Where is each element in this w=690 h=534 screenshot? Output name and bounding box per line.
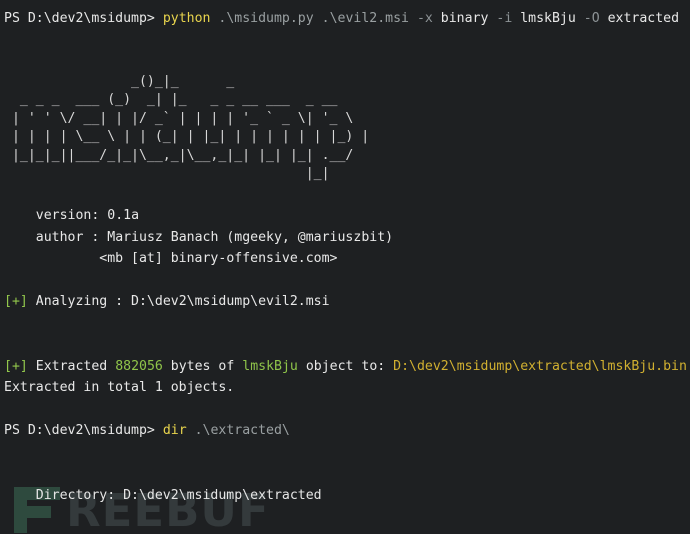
flag-i-value: lmskBju [520, 11, 576, 26]
analyzing-text: Analyzing : D:\dev2\msidump\evil2.msi [35, 294, 330, 309]
extracted-word: Extracted [35, 358, 108, 374]
flag-o: -O [583, 11, 600, 26]
banner-art-line-3: | ' ' \/ __| | |/ _` | | | | '_ ` _ \| '… [4, 110, 354, 126]
dir-argument: .\extracted\ [194, 423, 290, 438]
log-analyzing-line: [+] Analyzing : D:\dev2\msidump\evil2.ms… [0, 291, 690, 313]
flag-o-value: extracted [607, 11, 680, 26]
version-label: version: [35, 208, 100, 223]
extracted-object-to: object to: [305, 358, 386, 374]
banner-email-line: <mb [at] binary-offensive.com> [0, 248, 690, 270]
author-email: <mb [at] binary-offensive.com> [99, 251, 338, 266]
log-extracted-line: [+] Extracted 882056 bytes of lmskBju ob… [0, 356, 690, 378]
extracted-object-name: lmskBju [242, 358, 298, 374]
extracted-output-path: D:\dev2\msidump\extracted\lmskBju.bin [393, 358, 687, 374]
banner-author-line: author : Mariusz Banach (mgeeky, @marius… [0, 227, 690, 249]
total-text: Extracted in total 1 objects. [4, 380, 235, 395]
analyzing-marker: [+] [4, 294, 28, 309]
command-python: python [162, 11, 211, 26]
flag-i: -i [496, 11, 513, 26]
log-total-line: Extracted in total 1 objects. [0, 377, 690, 399]
banner-art-line-6: |_| [4, 166, 330, 181]
terminal-screen[interactable]: PS D:\dev2\msidump> python .\msidump.py … [0, 0, 690, 534]
banner-version-line: version: 0.1a [0, 205, 690, 227]
terminal-window: REEBUF PS D:\dev2\msidump> python .\msid… [0, 0, 690, 534]
flag-x-value: binary [440, 11, 489, 26]
command-dir: dir [162, 423, 187, 438]
banner-art-line-2: _ _ _ ___ (_) _| |_ _ _ __ ___ _ __ [4, 92, 338, 107]
script-arg: .\msidump.py [218, 11, 314, 26]
extracted-marker: [+] [4, 358, 28, 374]
directory-label: Directory: D:\dev2\msidump\extracted [4, 487, 322, 503]
banner-art-line-4: | | | | \__ \ | | (_| | |_| | | | | | | … [4, 129, 370, 144]
version-value: 0.1a [107, 208, 140, 223]
banner-art-line-5: |_|_|_||___/_|_|\__,_|\__,_|_| |_| |_| .… [4, 147, 354, 163]
author-value: Mariusz Banach (mgeeky, @mariuszbit) [107, 229, 394, 245]
banner-art-line-1: _()_|_ _ [4, 73, 235, 89]
prompt-1: PS D:\dev2\msidump> [4, 11, 155, 26]
author-label: author : [35, 229, 100, 245]
command-line-1[interactable]: PS D:\dev2\msidump> python .\msidump.py … [0, 8, 690, 30]
target-arg: .\evil2.msi [321, 11, 409, 26]
flag-x: -x [416, 11, 433, 26]
prompt-2: PS D:\dev2\msidump> [4, 423, 155, 438]
extracted-bytes-of: bytes of [170, 358, 235, 374]
extracted-bytes: 882056 [115, 358, 163, 374]
command-line-2[interactable]: PS D:\dev2\msidump> dir .\extracted\ [0, 420, 690, 442]
